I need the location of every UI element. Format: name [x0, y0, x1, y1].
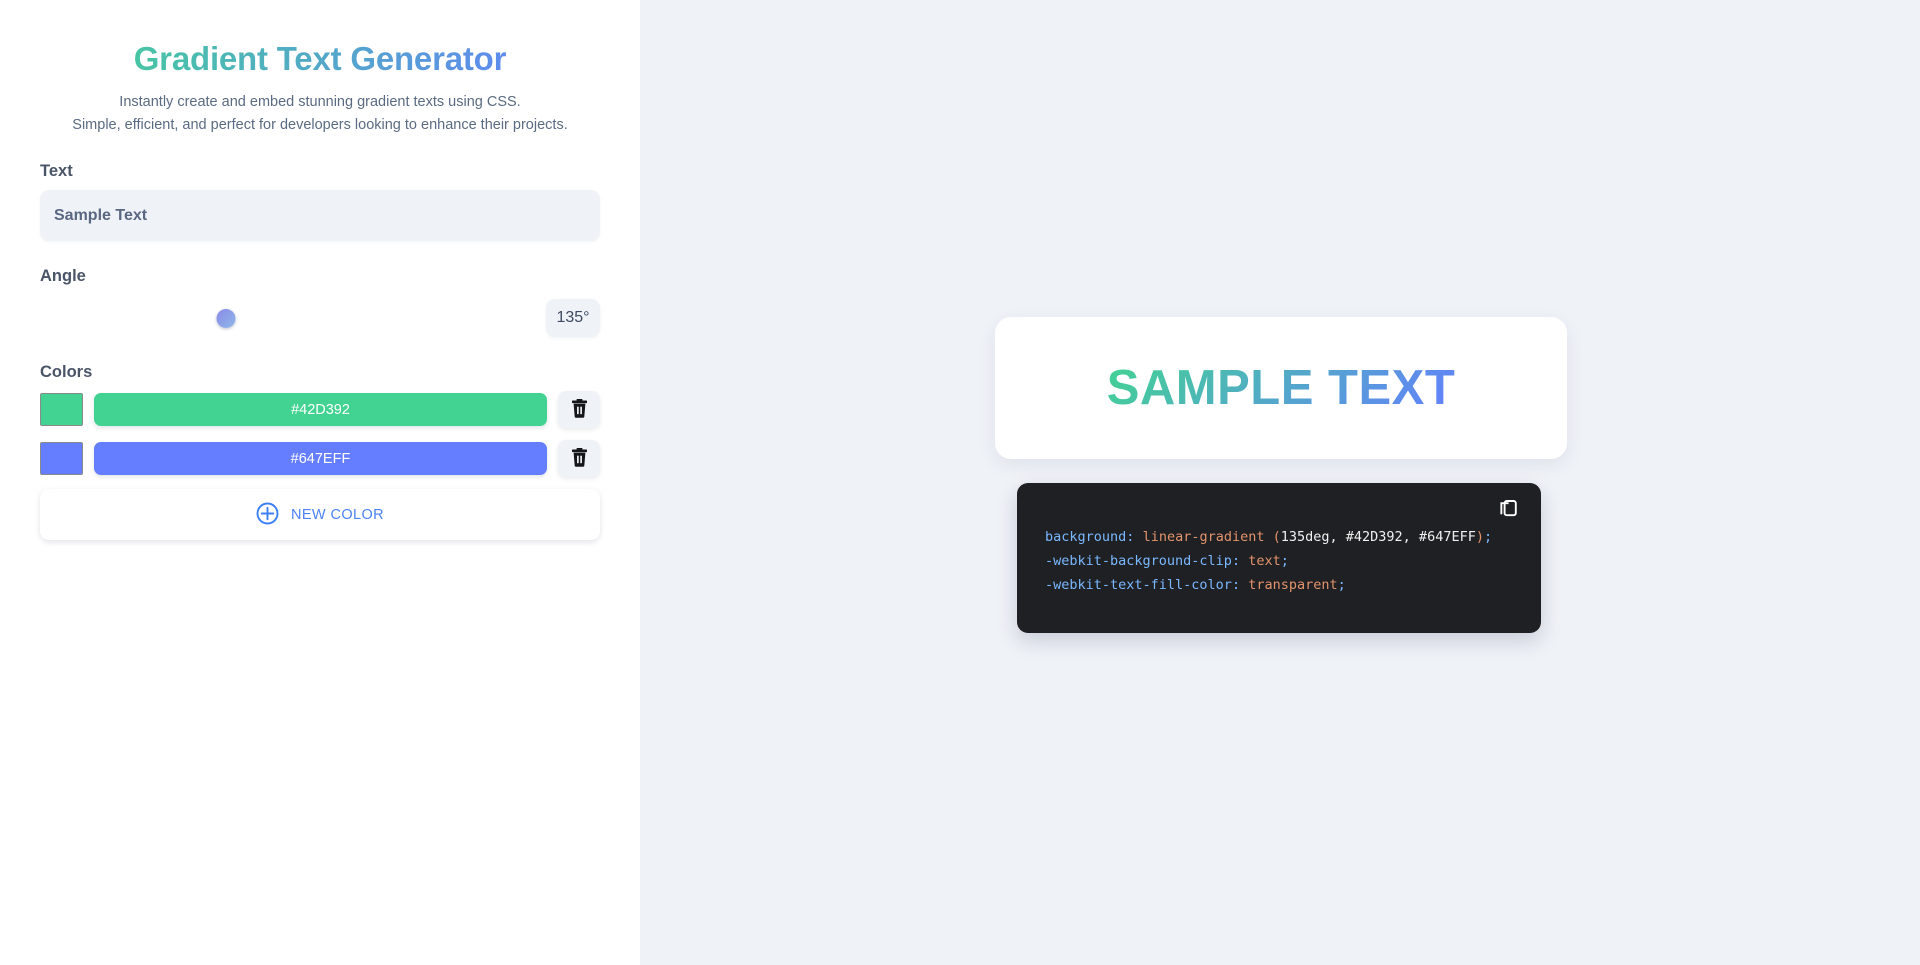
- code-open-paren: (: [1272, 529, 1281, 545]
- angle-field-label: Angle: [40, 267, 86, 286]
- code-args: 135deg, #42D392, #647EFF: [1280, 529, 1476, 545]
- code-close-paren: ): [1475, 529, 1484, 545]
- preview-gradient-text: SAMPLE TEXT: [1106, 361, 1456, 415]
- color-row: #647EFF: [40, 440, 600, 478]
- copy-icon: [1497, 498, 1519, 523]
- code-property: -webkit-text-fill-color: [1045, 577, 1232, 593]
- subtitle-line-2: Simple, efficient, and perfect for devel…: [72, 116, 568, 133]
- controls-panel: Gradient Text Generator Instantly create…: [0, 0, 640, 965]
- code-value: text: [1248, 553, 1281, 569]
- preview-card: SAMPLE TEXT: [995, 317, 1567, 459]
- delete-color-button[interactable]: [558, 391, 600, 429]
- trash-icon: [571, 398, 588, 421]
- color-hex-button[interactable]: #647EFF: [94, 442, 547, 476]
- angle-slider-thumb[interactable]: [216, 308, 236, 328]
- code-line-1: background: linear-gradient (135deg, #42…: [1045, 525, 1541, 549]
- code-function: linear-gradient: [1142, 529, 1265, 545]
- code-semicolon: ;: [1280, 553, 1289, 569]
- angle-value-display: 135°: [546, 299, 600, 338]
- delete-color-button[interactable]: [558, 440, 600, 478]
- code-line-2: -webkit-background-clip: text;: [1045, 549, 1541, 573]
- color-list: #42D392 #647EFF: [40, 391, 600, 478]
- color-swatch[interactable]: [40, 442, 83, 476]
- code-property: -webkit-background-clip: [1045, 553, 1232, 569]
- new-color-label: NEW COLOR: [290, 506, 385, 523]
- code-value: transparent: [1248, 577, 1338, 593]
- subtitle-line-1: Instantly create and embed stunning grad…: [119, 94, 521, 111]
- page-title: Gradient Text Generator: [40, 38, 600, 79]
- trash-icon: [571, 447, 588, 470]
- preview-panel: SAMPLE TEXT background: linear-gradient …: [640, 0, 1920, 965]
- plus-circle-icon: [256, 502, 279, 528]
- code-line-3: -webkit-text-fill-color: transparent;: [1045, 573, 1541, 597]
- angle-slider-track[interactable]: [40, 314, 536, 323]
- color-hex-button[interactable]: #42D392: [94, 393, 547, 427]
- color-swatch[interactable]: [40, 393, 83, 427]
- new-color-button[interactable]: NEW COLOR: [40, 489, 600, 541]
- text-field-label: Text: [40, 162, 73, 181]
- colors-field-label: Colors: [40, 363, 93, 382]
- code-property: background: [1045, 529, 1127, 545]
- code-space-2: [1264, 529, 1272, 545]
- code-colon: :: [1231, 553, 1241, 569]
- color-row: #42D392: [40, 391, 600, 429]
- code-colon: :: [1231, 577, 1241, 593]
- text-input[interactable]: [40, 190, 600, 242]
- copy-button[interactable]: [1493, 495, 1523, 525]
- code-semicolon: ;: [1337, 577, 1346, 593]
- angle-control-row: 135°: [40, 299, 600, 338]
- page-subtitle: Instantly create and embed stunning grad…: [40, 91, 600, 136]
- code-semicolon: ;: [1483, 529, 1493, 545]
- css-code-card: background: linear-gradient (135deg, #42…: [1017, 483, 1541, 633]
- angle-slider[interactable]: [40, 301, 536, 335]
